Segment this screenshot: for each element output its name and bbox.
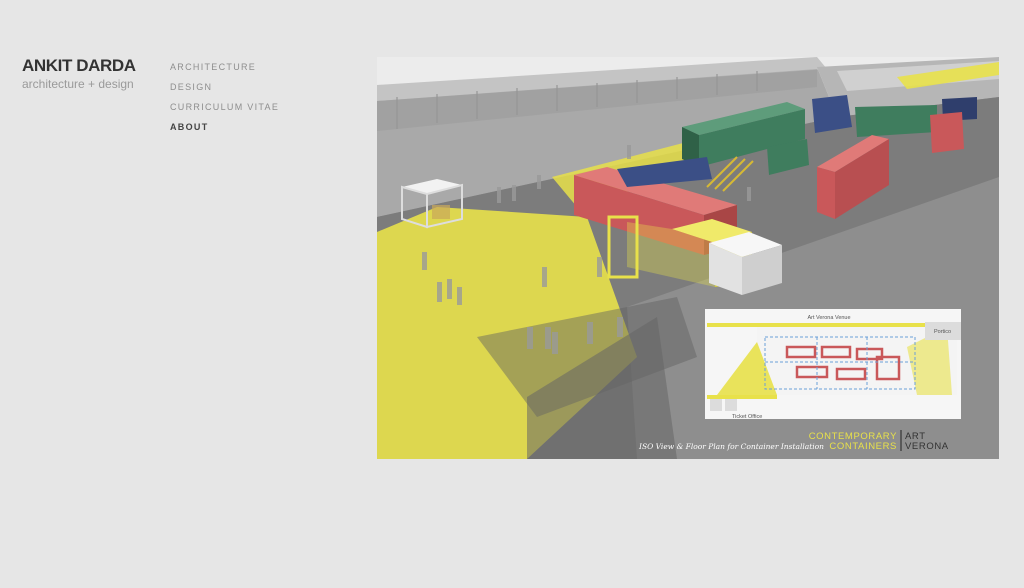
logo-containers: CONTAINERS bbox=[829, 441, 897, 452]
site-tagline: architecture + design bbox=[22, 77, 134, 91]
main-nav: ARCHITECTURE DESIGN CURRICULUM VITAE ABO… bbox=[170, 57, 279, 137]
logo-verona: VERONA bbox=[905, 441, 949, 452]
white-container bbox=[709, 232, 782, 295]
nav-item-architecture[interactable]: ARCHITECTURE bbox=[170, 57, 279, 77]
site-brand[interactable]: ANKIT DARDA architecture + design bbox=[22, 57, 136, 92]
nav-item-about[interactable]: ABOUT bbox=[170, 117, 279, 137]
site-title[interactable]: ANKIT DARDA bbox=[22, 57, 136, 75]
nav-item-design[interactable]: DESIGN bbox=[170, 77, 279, 97]
nav-item-curriculum-vitae[interactable]: CURRICULUM VITAE bbox=[170, 97, 279, 117]
render-caption: ISO View & Floor Plan for Container Inst… bbox=[638, 442, 824, 451]
container-installation-render: Art Verona Venue Portico Ticket Office C… bbox=[377, 57, 999, 459]
floor-plan: Art Verona Venue Portico Ticket Office bbox=[705, 309, 961, 420]
portico-label: Portico bbox=[934, 329, 951, 335]
venue-label: Art Verona Venue bbox=[807, 315, 850, 321]
hero-image: Art Verona Venue Portico Ticket Office C… bbox=[377, 57, 999, 459]
ticket-office-label: Ticket Office bbox=[732, 414, 762, 420]
